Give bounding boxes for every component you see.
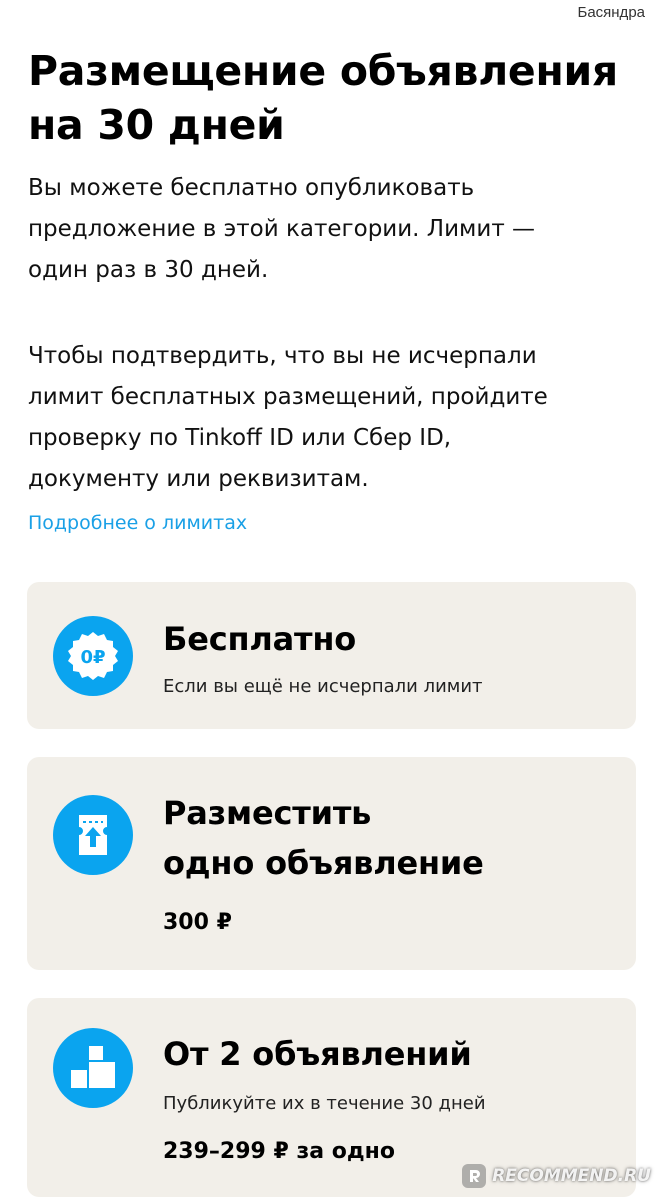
option-single-title-line: одно объявление <box>163 844 484 882</box>
option-single-price: 300 ₽ <box>163 910 232 935</box>
ticket-upload-icon <box>53 795 133 875</box>
paragraph-line: лимит бесплатных размещений, пройдите <box>28 384 548 410</box>
watermark-text: RECOMMEND.RU <box>492 1166 651 1186</box>
info-paragraph-verification: Чтобы подтвердить, что вы не исчерпали л… <box>28 336 648 500</box>
username-label: Басяндра <box>577 4 645 21</box>
option-multi-title: От 2 объявлений <box>163 1035 472 1073</box>
paragraph-line: Чтобы подтвердить, что вы не исчерпали <box>28 343 537 369</box>
page: Басяндра Размещение объявления на 30 дне… <box>0 0 663 1200</box>
paragraph-line: Вы можете бесплатно опубликовать <box>28 175 475 201</box>
boxes-icon <box>53 1028 133 1108</box>
option-card-single[interactable]: Разместить одно объявление 300 ₽ <box>27 757 636 970</box>
option-multi-subtitle: Публикуйте их в течение 30 дней <box>163 1093 486 1114</box>
option-free-title: Бесплатно <box>163 620 357 658</box>
option-single-title-line: Разместить <box>163 794 372 832</box>
option-multi-price: 239–299 ₽ за одно <box>163 1139 395 1164</box>
zero-ruble-badge-icon: 0₽ <box>53 616 133 696</box>
option-card-free[interactable]: 0₽ Бесплатно Если вы ещё не исчерпали ли… <box>27 582 636 729</box>
watermark: RECOMMEND.RU <box>462 1164 651 1188</box>
page-title: Размещение объявления на 30 дней <box>28 44 648 152</box>
info-paragraph-limit: Вы можете бесплатно опубликовать предлож… <box>28 168 648 291</box>
paragraph-line: документу или реквизитам. <box>28 466 369 492</box>
page-title-line: на 30 дней <box>28 101 285 149</box>
option-free-subtitle: Если вы ещё не исчерпали лимит <box>163 676 483 697</box>
option-single-title: Разместить одно объявление <box>163 788 484 888</box>
paragraph-line: один раз в 30 дней. <box>28 257 269 283</box>
recommend-logo-icon <box>462 1164 487 1188</box>
limits-details-link[interactable]: Подробнее о лимитах <box>28 512 247 534</box>
page-title-line: Размещение объявления <box>28 47 618 95</box>
paragraph-line: предложение в этой категории. Лимит — <box>28 216 536 242</box>
zero-ruble-text: 0₽ <box>80 647 105 668</box>
paragraph-line: проверку по Tinkoff ID или Сбер ID, <box>28 425 452 451</box>
